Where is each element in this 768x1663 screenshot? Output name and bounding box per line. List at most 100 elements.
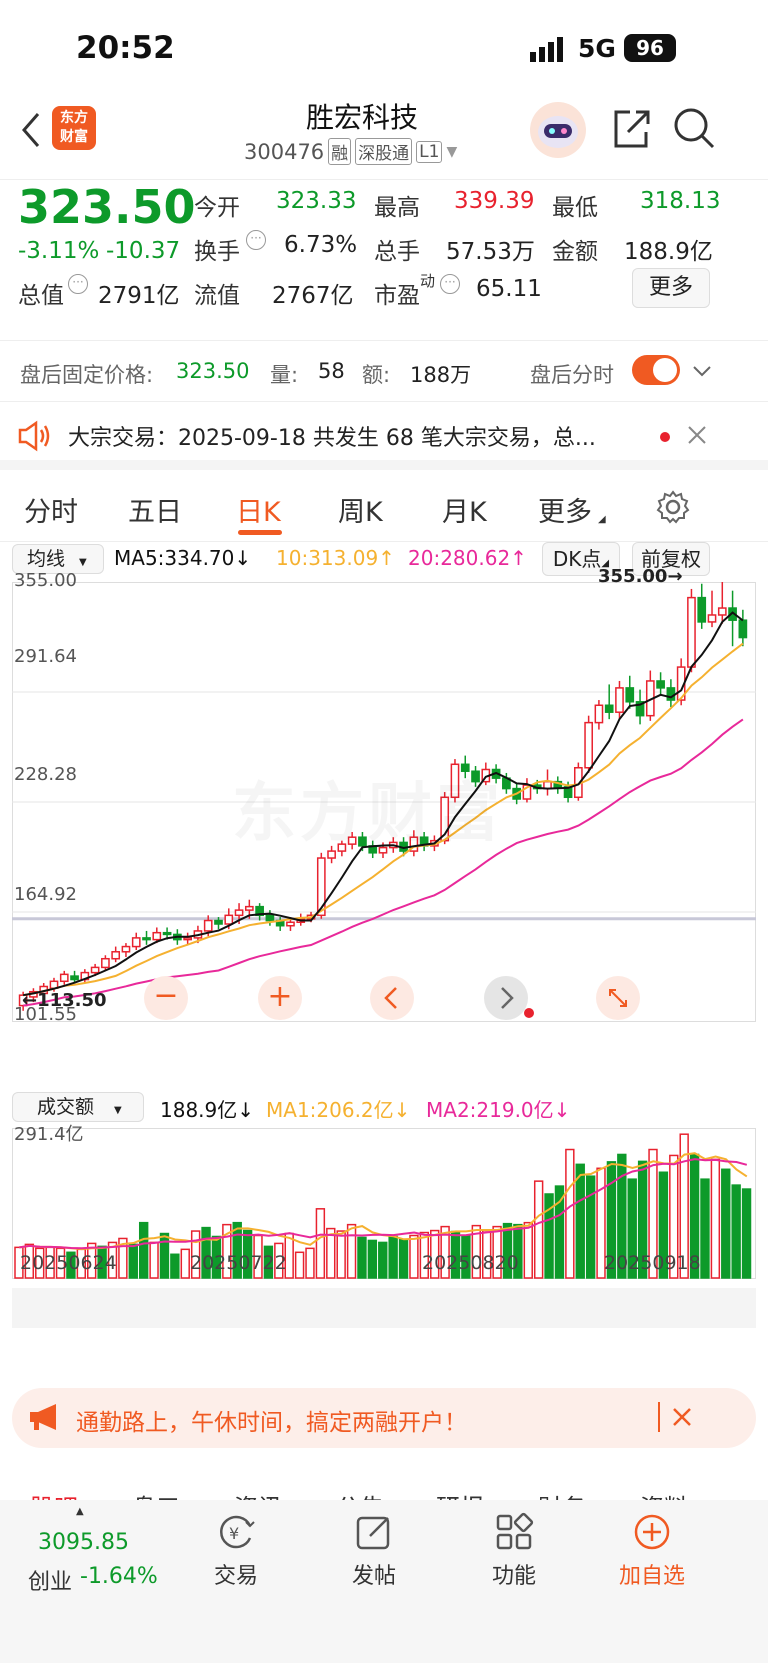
ah-amt-label: 额:: [362, 363, 391, 387]
candle-body: [234, 909, 244, 917]
candle-body: [604, 704, 614, 713]
dropdown-icon[interactable]: ▼: [446, 144, 457, 160]
nav-add-watchlist[interactable]: 加自选: [592, 1512, 712, 1590]
tab-daily-k[interactable]: 日K: [236, 490, 281, 529]
promo-text: 通勤路上，午休时间，搞定两融开户！: [76, 1410, 467, 1436]
share-icon[interactable]: [612, 106, 652, 150]
x-tick-2: 20250722: [190, 1252, 287, 1274]
candle-body: [142, 937, 151, 941]
fullscreen-button[interactable]: [596, 976, 640, 1020]
volume-bar: [159, 1232, 170, 1279]
volume-legend-bar: 成交额 ▼ 188.9亿↓ MA1:206.2亿↓ MA2:219.0亿↓: [0, 1090, 768, 1130]
volume-bar: [128, 1243, 138, 1279]
last-price: 323.50: [18, 180, 196, 234]
subtab-pankou[interactable]: 盘口: [132, 1488, 180, 1500]
scroll-right-button[interactable]: [484, 976, 528, 1020]
stock-code: 300476: [244, 139, 325, 164]
battery-icon: 96: [624, 34, 676, 62]
close-icon[interactable]: [686, 424, 708, 446]
volume-chart[interactable]: 291.4亿 20250624 20250722 20250820 202509…: [12, 1124, 756, 1368]
vol-ma1-text: MA1:206.2亿: [266, 1098, 394, 1122]
subtab-news[interactable]: 资讯: [234, 1488, 282, 1500]
tag-margin: 融: [328, 138, 352, 165]
block-trade-text: 大宗交易：2025-09-18 共发生 68 笔大宗交易，总...: [68, 426, 596, 451]
candle-body: [286, 921, 295, 927]
vol-ma1: MA1:206.2亿↓: [266, 1098, 411, 1122]
more-triangle-icon: ◢: [598, 514, 606, 525]
ah-toggle[interactable]: [632, 355, 680, 385]
open-value: 323.33: [276, 188, 357, 214]
svg-text:¥: ¥: [229, 1524, 239, 1543]
candle-body: [656, 680, 665, 689]
ah-vol: 58: [318, 359, 345, 383]
low-marker-text: 113.50: [37, 990, 107, 1011]
ma10-value: 10:313.09↑: [276, 546, 395, 570]
volume-selector[interactable]: 成交额 ▼: [12, 1092, 144, 1122]
candle-body: [625, 687, 635, 703]
vol-ma2-text: MA2:219.0亿: [426, 1098, 554, 1122]
vol-ma2: MA2:219.0亿↓: [426, 1098, 571, 1122]
pe-superscript: 动: [420, 272, 436, 290]
volume-bar: [523, 1221, 533, 1279]
mktcap-info-icon[interactable]: ···: [68, 274, 88, 294]
volume-bar: [731, 1184, 741, 1279]
robot-assistant-icon[interactable]: [530, 102, 586, 158]
candle-body: [183, 937, 192, 941]
pe-label: 市盈: [374, 283, 420, 309]
float-label: 流值: [194, 283, 240, 309]
index-widget[interactable]: ▲ 3095.85 创业 -1.64%: [20, 1506, 170, 1598]
candle-body: [70, 975, 79, 981]
volume-bar: [700, 1178, 710, 1279]
zoom-in-button[interactable]: +: [258, 976, 302, 1020]
promo-banner[interactable]: 通勤路上，午休时间，搞定两融开户！: [12, 1388, 756, 1448]
stock-code-row: 300476 融 深股通 L1 ▼: [244, 138, 457, 165]
subtab-guba[interactable]: 股吧: [30, 1488, 78, 1500]
nav-functions[interactable]: 功能: [454, 1512, 574, 1590]
settings-gear-icon[interactable]: [656, 490, 690, 524]
bottom-nav: ▲ 3095.85 创业 -1.64% ¥ 交易 发帖 功能 加自选: [0, 1500, 768, 1663]
subtab-notice[interactable]: 公告: [336, 1488, 384, 1500]
volume-text: 188.9亿: [160, 1098, 238, 1122]
info-tabs: 股吧 盘口 资讯 公告 研报 财务 资料: [0, 1472, 768, 1500]
subtab-research[interactable]: 研报: [436, 1488, 484, 1500]
chevron-down-icon[interactable]: [690, 359, 714, 383]
promo-close-icon[interactable]: [672, 1407, 692, 1427]
trade-icon: ¥: [216, 1512, 256, 1552]
functions-label: 功能: [491, 1564, 536, 1589]
battery-level: 96: [636, 36, 664, 60]
candle-body: [687, 596, 696, 668]
nav-trade[interactable]: ¥ 交易: [176, 1512, 296, 1590]
mktcap-value: 2791亿: [98, 283, 180, 309]
ma10-text: 10:313.09: [276, 546, 379, 570]
tab-weekly-k[interactable]: 周K: [338, 490, 383, 529]
nav-post[interactable]: 发帖: [314, 1512, 434, 1590]
subtab-profile[interactable]: 资料: [640, 1488, 688, 1500]
tab-more[interactable]: 更多: [538, 490, 592, 529]
tab-five-day[interactable]: 五日: [128, 490, 182, 529]
low-marker: ←113.50: [22, 990, 107, 1011]
block-trade-banner[interactable]: 大宗交易：2025-09-18 共发生 68 笔大宗交易，总...: [0, 404, 768, 470]
zoom-out-button[interactable]: −: [144, 976, 188, 1020]
volume-bar: [721, 1168, 731, 1279]
candle-body: [131, 937, 141, 948]
candle-body: [101, 957, 110, 969]
kline-chart[interactable]: 355.00 291.64 228.28 164.92 101.55 355.0…: [12, 566, 756, 1088]
candle-body: [244, 905, 254, 911]
search-icon[interactable]: [672, 106, 716, 150]
tag-level: L1: [416, 140, 443, 163]
edit-icon: [354, 1512, 394, 1552]
amount-value: 188.9亿: [624, 239, 713, 265]
subtab-finance[interactable]: 财务: [538, 1488, 586, 1500]
volume-bar: [409, 1234, 419, 1279]
pe-info-icon[interactable]: ···: [440, 274, 460, 294]
more-button[interactable]: 更多: [632, 268, 710, 308]
scroll-left-button[interactable]: [370, 976, 414, 1020]
candle-body: [203, 919, 213, 932]
tab-monthly-k[interactable]: 月K: [442, 490, 487, 529]
turnover-info-icon[interactable]: ···: [246, 230, 266, 250]
candle-body: [224, 914, 234, 925]
ah-chart-label: 盘后分时: [530, 363, 614, 387]
high-value: 339.39: [454, 188, 535, 214]
x-tick-1: 20250624: [20, 1252, 117, 1274]
tab-intraday[interactable]: 分时: [24, 490, 78, 529]
